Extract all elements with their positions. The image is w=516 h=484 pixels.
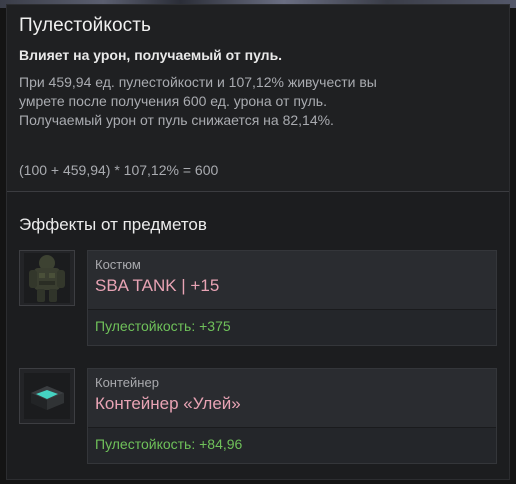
- container-icon[interactable]: [19, 368, 75, 424]
- item-name: SBA TANK | +15: [95, 276, 220, 295]
- stat-formula: (100 + 459,94) * 107,12% = 600: [19, 162, 219, 178]
- item-effect: Пулестойкость: +375: [95, 318, 231, 334]
- description-line: При 459,94 ед. пулестойкости и 107,12% ж…: [19, 74, 377, 90]
- stat-title: Пулестойкость: [19, 15, 152, 36]
- stat-subtitle: Влияет на урон, получаемый от пуль.: [19, 47, 283, 63]
- item-effects-title: Эффекты от предметов: [19, 215, 207, 234]
- item-card-container[interactable]: Контейнер Контейнер «Улей» Пулестойкость…: [87, 368, 497, 464]
- stat-tooltip: Пулестойкость Влияет на урон, получаемый…: [6, 4, 510, 480]
- item-category: Костюм: [95, 257, 141, 272]
- item-card-suit[interactable]: Костюм SBA TANK | +15 Пулестойкость: +37…: [87, 250, 497, 346]
- item-header: Костюм SBA TANK | +15: [88, 251, 496, 310]
- item-header: Контейнер Контейнер «Улей»: [88, 369, 496, 428]
- item-category: Контейнер: [95, 375, 159, 390]
- stat-description-section: Пулестойкость Влияет на урон, получаемый…: [7, 5, 509, 192]
- stat-description: При 459,94 ед. пулестойкости и 107,12% ж…: [19, 73, 499, 130]
- item-name: Контейнер «Улей»: [95, 394, 241, 413]
- suit-icon[interactable]: [19, 250, 75, 306]
- item-effect: Пулестойкость: +84,96: [95, 436, 243, 452]
- description-line: Получаемый урон от пуль снижается на 82,…: [19, 112, 334, 128]
- description-line: умрете после получения 600 ед. урона от …: [19, 93, 327, 109]
